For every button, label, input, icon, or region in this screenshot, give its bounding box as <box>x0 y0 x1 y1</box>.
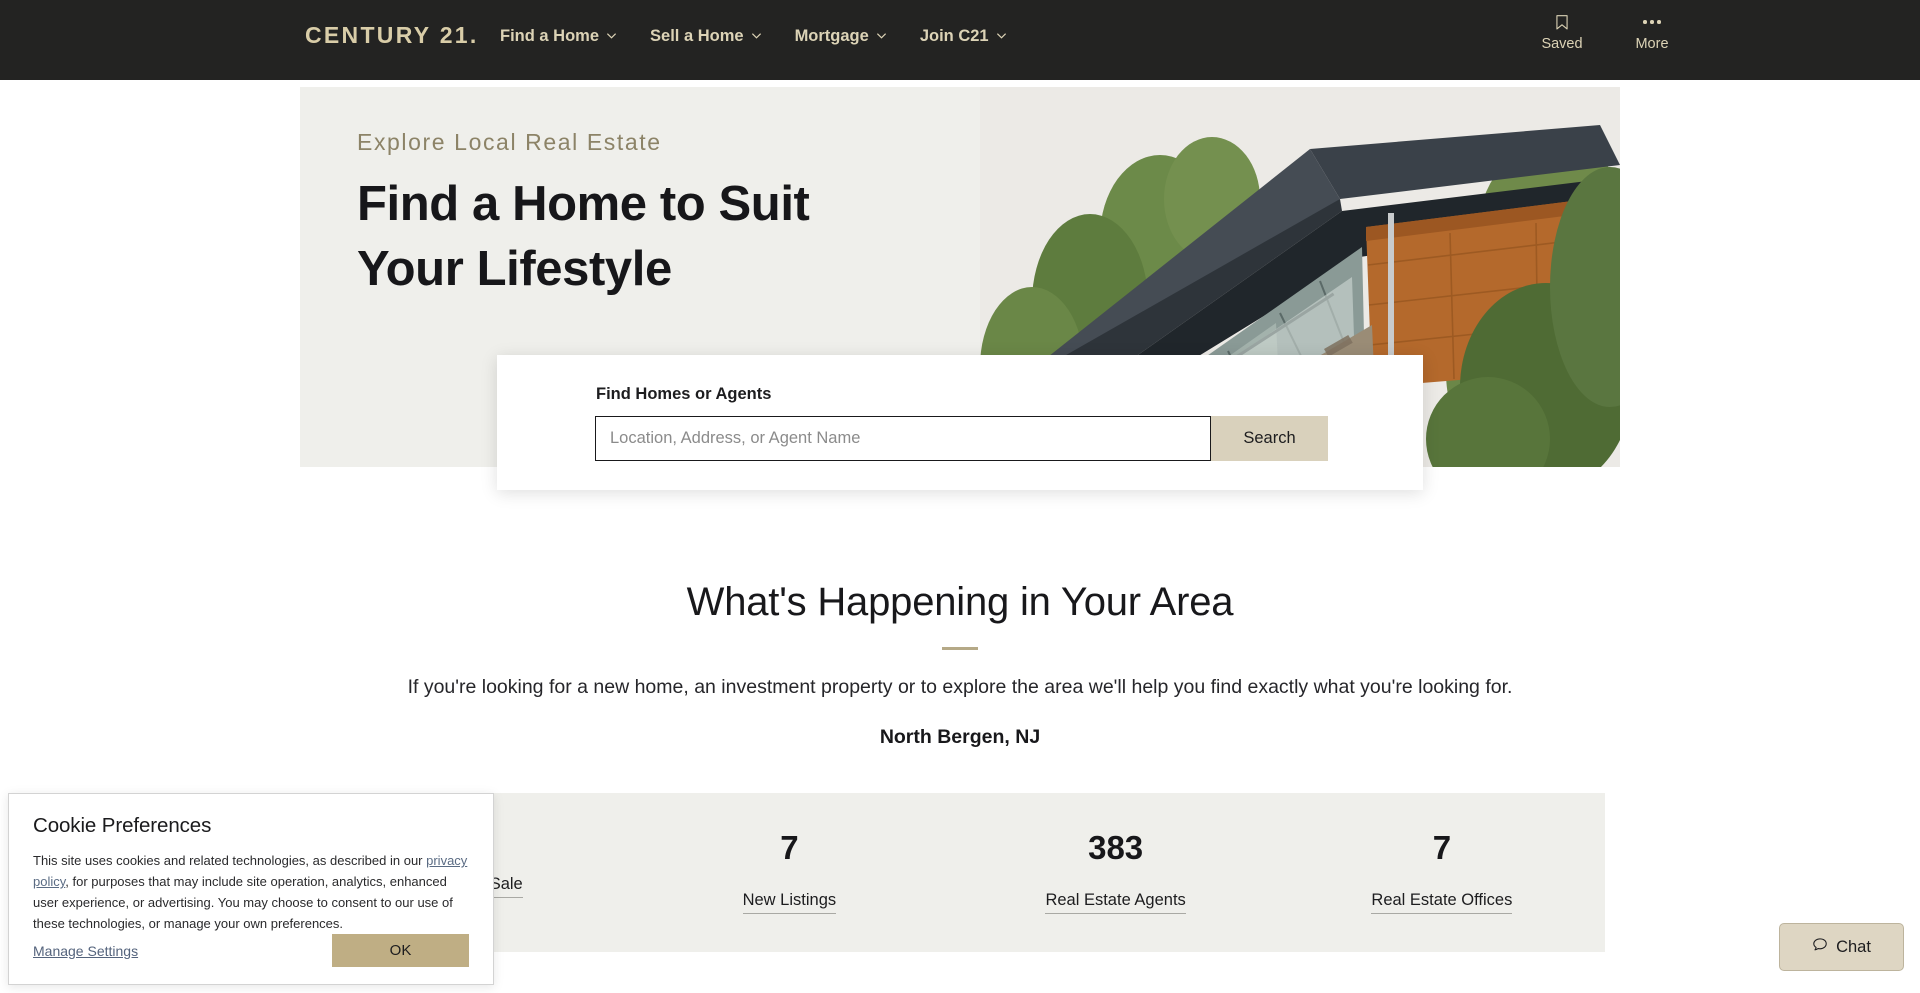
area-stats-panel: Homes For Sale 7 New Listings 383 Real E… <box>300 793 1605 952</box>
page-root: CENTURY 21. Find a Home Sell a Home Mort… <box>0 0 1920 993</box>
chevron-down-icon <box>751 30 762 41</box>
stat-value: 7 <box>1432 829 1452 866</box>
saved-button[interactable]: Saved <box>1534 12 1590 52</box>
cookie-body-part-1: This site uses cookies and related techn… <box>33 853 427 868</box>
bookmark-icon <box>1555 12 1569 32</box>
cookie-dialog-title: Cookie Preferences <box>33 814 212 837</box>
chevron-down-icon <box>876 30 887 41</box>
site-header: CENTURY 21. Find a Home Sell a Home Mort… <box>0 0 1920 80</box>
search-button[interactable]: Search <box>1211 416 1328 461</box>
nav-item-find-a-home[interactable]: Find a Home <box>500 27 617 46</box>
primary-nav: Find a Home Sell a Home Mortgage Join C2… <box>500 27 1007 46</box>
cookie-dialog-actions: Manage Settings OK <box>33 934 469 967</box>
cookie-preferences-dialog: Cookie Preferences This site uses cookie… <box>8 793 494 985</box>
area-section: What's Happening in Your Area If you're … <box>0 580 1920 749</box>
nav-label: Find a Home <box>500 27 600 45</box>
cookie-dialog-body: This site uses cookies and related techn… <box>33 850 469 934</box>
header-actions: Saved More <box>1534 12 1680 52</box>
chat-button[interactable]: Chat <box>1779 923 1904 971</box>
hero-eyebrow: Explore Local Real Estate <box>357 129 662 155</box>
cookie-ok-button[interactable]: OK <box>332 934 469 967</box>
search-card-label: Find Homes or Agents <box>596 385 772 403</box>
area-subtitle: If you're looking for a new home, an inv… <box>407 676 1513 698</box>
stat-real-estate-agents: 383 Real Estate Agents <box>953 831 1279 914</box>
stat-new-listings: 7 New Listings <box>626 831 952 914</box>
ellipsis-icon <box>1643 12 1661 32</box>
chevron-down-icon <box>606 30 617 41</box>
hero-title-line-1: Find a Home to Suit <box>357 177 810 231</box>
chevron-down-icon <box>996 30 1007 41</box>
cookie-body-part-2: , for purposes that may include site ope… <box>33 874 453 932</box>
saved-label: Saved <box>1541 36 1583 52</box>
stat-real-estate-offices: 7 Real Estate Offices <box>1279 831 1605 914</box>
century21-logo[interactable]: CENTURY 21. <box>305 22 479 49</box>
area-location: North Bergen, NJ <box>879 726 1041 748</box>
hero-copy: Explore Local Real Estate Find a Home to… <box>357 129 997 301</box>
manage-settings-link[interactable]: Manage Settings <box>33 943 138 959</box>
stat-value: 383 <box>1088 829 1144 866</box>
area-title: What's Happening in Your Area <box>686 580 1234 624</box>
chat-label: Chat <box>1836 937 1871 956</box>
more-label: More <box>1635 36 1669 52</box>
nav-label: Sell a Home <box>650 27 744 45</box>
search-row: Search <box>595 416 1328 461</box>
title-divider <box>942 647 978 650</box>
more-button[interactable]: More <box>1624 12 1680 52</box>
stat-label[interactable]: Real Estate Agents <box>1045 891 1186 914</box>
nav-item-join-c21[interactable]: Join C21 <box>920 27 1007 46</box>
search-card: Find Homes or Agents Search <box>497 355 1423 490</box>
stat-label[interactable]: New Listings <box>742 891 837 914</box>
hero-title: Find a Home to Suit Your Lifestyle <box>357 172 997 301</box>
nav-item-sell-a-home[interactable]: Sell a Home <box>650 27 762 46</box>
nav-label: Mortgage <box>794 27 869 45</box>
hero-title-line-2: Your Lifestyle <box>357 241 672 296</box>
nav-label: Join C21 <box>919 27 989 45</box>
stat-label[interactable]: Real Estate Offices <box>1371 891 1513 914</box>
nav-item-mortgage[interactable]: Mortgage <box>795 27 887 46</box>
stat-value: 7 <box>780 829 799 866</box>
chat-bubble-icon <box>1812 937 1828 958</box>
search-input[interactable] <box>595 416 1211 461</box>
